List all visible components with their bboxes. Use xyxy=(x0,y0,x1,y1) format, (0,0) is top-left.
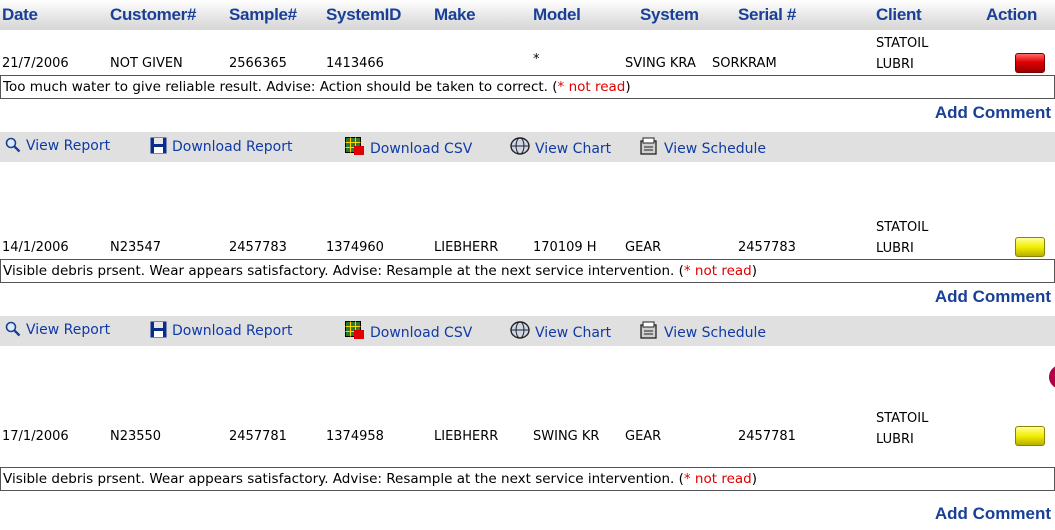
col-model: Model xyxy=(533,5,581,24)
cell-system: SVING KRA xyxy=(625,56,696,71)
comment-close: ) xyxy=(751,263,758,279)
view-report-link[interactable]: View Report xyxy=(5,321,110,338)
cell-make: LIEBHERR xyxy=(434,429,499,444)
not-read-flag: * not read xyxy=(683,471,752,487)
col-action: Action xyxy=(986,5,1038,24)
cell-make: LIEBHERR xyxy=(434,240,499,255)
view-schedule-link[interactable]: View Schedule xyxy=(640,321,766,341)
cell-model: 170109 H xyxy=(533,240,597,255)
client-line: LUBRI xyxy=(876,241,914,256)
action-bar: View Report Download Report Download CSV… xyxy=(0,132,1055,162)
cell-customer: N23550 xyxy=(110,429,162,444)
csv-grid-icon xyxy=(345,137,364,155)
col-system: System xyxy=(640,5,699,24)
comment-text: Too much water to give reliable result. … xyxy=(3,79,558,95)
view-chart-link[interactable]: View Chart xyxy=(510,137,611,157)
schedule-icon xyxy=(640,321,657,339)
not-read-flag: * not read xyxy=(557,79,626,95)
cell-client: STATOIL LUBRI xyxy=(876,217,966,259)
comment-line: Visible debris prsent. Wear appears sati… xyxy=(0,467,1055,491)
comment-text: Visible debris prsent. Wear appears sati… xyxy=(3,263,684,279)
col-client: Client xyxy=(876,5,922,24)
cell-systemid: 1413466 xyxy=(326,56,384,71)
view-chart-link[interactable]: View Chart xyxy=(510,321,611,341)
add-comment-link[interactable]: Add Comment xyxy=(935,103,1051,123)
csv-grid-icon xyxy=(345,321,364,339)
client-line: LUBRI xyxy=(876,432,914,447)
add-comment-link[interactable]: Add Comment xyxy=(935,504,1051,524)
magnifier-icon xyxy=(5,137,21,153)
cell-client: STATOIL LUBRI xyxy=(876,33,966,75)
cell-customer: NOT GIVEN xyxy=(110,56,183,71)
cell-model: * xyxy=(533,52,540,67)
floppy-disk-icon xyxy=(150,137,167,154)
schedule-icon xyxy=(640,137,657,155)
status-lamp-red[interactable] xyxy=(1015,53,1045,73)
client-line: STATOIL xyxy=(876,36,929,51)
comment-line: Too much water to give reliable result. … xyxy=(0,75,1055,99)
magnifier-icon xyxy=(5,321,21,337)
cell-sample: 2566365 xyxy=(229,56,287,71)
table-row: 14/1/2006 N23547 2457783 1374960 LIEBHER… xyxy=(0,214,1055,394)
cell-model: SWING KR xyxy=(533,429,600,444)
cell-sample: 2457781 xyxy=(229,429,287,444)
chart-globe-icon xyxy=(510,321,530,339)
col-systemid: SystemID xyxy=(326,5,402,24)
table-header: Date Customer# Sample# SystemID Make Mod… xyxy=(0,0,1055,30)
comment-close: ) xyxy=(625,79,631,95)
cell-customer: N23547 xyxy=(110,240,162,255)
col-date: Date xyxy=(2,5,38,24)
cell-date: 17/1/2006 xyxy=(2,429,69,444)
view-schedule-link[interactable]: View Schedule xyxy=(640,137,766,157)
col-sample: Sample# xyxy=(229,5,297,24)
table-row: 17/1/2006 N23550 2457781 1374958 LIEBHER… xyxy=(0,397,1055,530)
client-line: STATOIL xyxy=(876,220,929,235)
client-line: LUBRI xyxy=(876,57,914,72)
cell-client: STATOIL LUBRI xyxy=(876,408,966,450)
table-row: 21/7/2006 NOT GIVEN 2566365 1413466 * SV… xyxy=(0,30,1055,210)
status-lamp-yellow[interactable] xyxy=(1015,237,1045,257)
comment-text: Visible debris prsent. Wear appears sati… xyxy=(3,471,684,487)
client-line: STATOIL xyxy=(876,411,929,426)
status-lamp-yellow[interactable] xyxy=(1015,426,1045,446)
cell-system: GEAR xyxy=(625,240,662,255)
comment-line: Visible debris prsent. Wear appears sati… xyxy=(0,259,1055,283)
cell-serial: 2457781 xyxy=(738,429,796,444)
cell-date: 14/1/2006 xyxy=(2,240,69,255)
col-make: Make xyxy=(434,5,476,24)
cell-systemid: 1374958 xyxy=(326,429,384,444)
cell-systemid: 1374960 xyxy=(326,240,384,255)
cell-date: 21/7/2006 xyxy=(2,56,69,71)
cell-serial: 2457783 xyxy=(738,240,796,255)
add-comment-link[interactable]: Add Comment xyxy=(935,287,1051,307)
chart-globe-icon xyxy=(510,137,530,155)
col-customer: Customer# xyxy=(110,5,197,24)
cell-serial: SORKRAM xyxy=(712,56,777,71)
download-report-link[interactable]: Download Report xyxy=(150,137,292,155)
comment-close: ) xyxy=(751,471,758,487)
view-report-link[interactable]: View Report xyxy=(5,137,110,154)
not-read-flag: * not read xyxy=(683,263,752,279)
floppy-disk-icon xyxy=(150,321,167,338)
download-csv-link[interactable]: Download CSV xyxy=(345,321,472,341)
download-csv-link[interactable]: Download CSV xyxy=(345,137,472,157)
cell-system: GEAR xyxy=(625,429,662,444)
download-report-link[interactable]: Download Report xyxy=(150,321,292,339)
col-serial: Serial # xyxy=(738,5,797,24)
cell-sample: 2457783 xyxy=(229,240,287,255)
action-bar: View Report Download Report Download CSV… xyxy=(0,316,1055,346)
